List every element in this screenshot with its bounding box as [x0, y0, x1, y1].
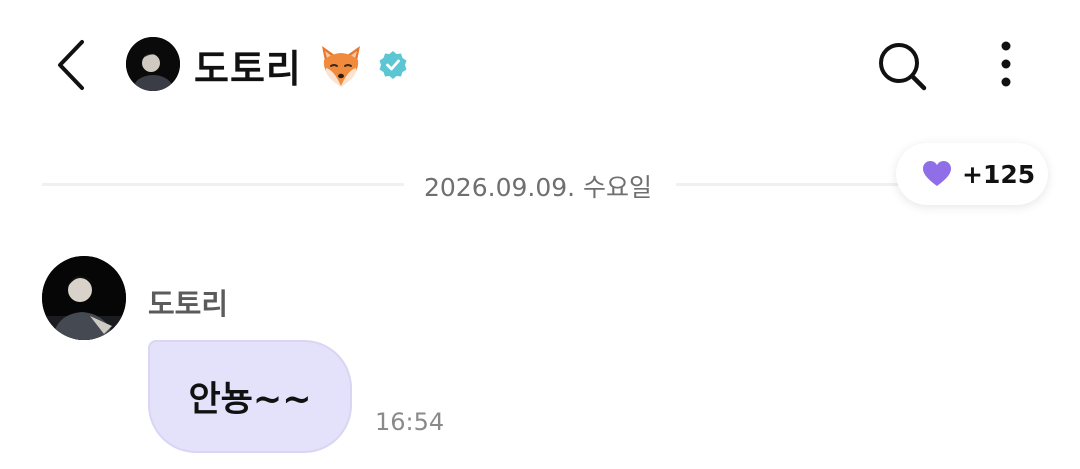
message-bubble[interactable]: 안뇽~~	[148, 340, 352, 453]
chat-title: 도토리	[194, 46, 302, 91]
header-avatar[interactable]	[126, 37, 180, 91]
message-timestamp: 16:54	[375, 408, 445, 436]
fox-face-icon	[321, 46, 360, 87]
message-text: 안뇽~~	[188, 380, 312, 420]
purple-heart-icon	[923, 161, 951, 186]
divider-line	[42, 183, 404, 186]
back-arrow-icon	[58, 40, 84, 90]
chat-screen: 도토리 2026.09.09. 수요일 +125 도토리 안뇽~~ 16:54	[0, 0, 1080, 469]
sender-avatar[interactable]	[42, 256, 126, 340]
more-options-button[interactable]	[990, 38, 1022, 94]
back-button[interactable]	[48, 36, 96, 94]
chat-header: 도토리	[0, 0, 1080, 125]
profile-photo	[126, 37, 180, 91]
header-title-group[interactable]: 도토리	[194, 38, 408, 92]
search-icon	[879, 43, 927, 91]
profile-photo	[42, 256, 126, 340]
search-button[interactable]	[874, 38, 930, 94]
sender-name: 도토리	[148, 287, 229, 321]
heart-reaction-pill[interactable]: +125	[896, 143, 1048, 205]
heart-count: +125	[962, 159, 1036, 189]
date-label: 2026.09.09. 수요일	[424, 173, 653, 202]
date-divider: 2026.09.09. 수요일	[42, 162, 1032, 206]
more-vertical-icon	[1001, 41, 1011, 87]
verified-badge-icon	[379, 51, 407, 79]
